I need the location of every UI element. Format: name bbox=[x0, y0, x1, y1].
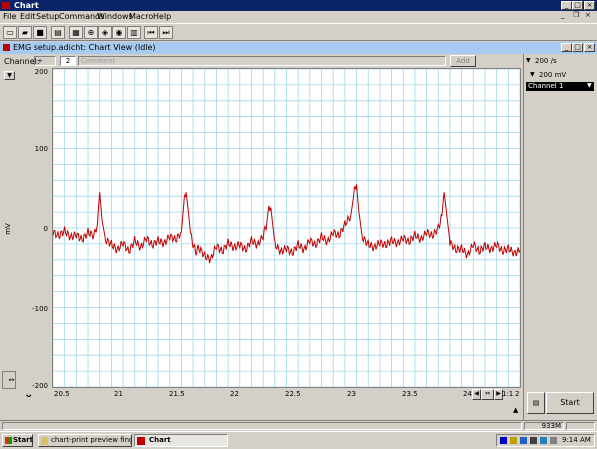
clock[interactable]: 9:14 AM bbox=[562, 436, 591, 444]
menu-edit[interactable]: Edit bbox=[20, 12, 36, 21]
x-tick-label: 23 bbox=[347, 390, 356, 398]
event-marker-icon[interactable]: ᴗ bbox=[26, 390, 32, 399]
y-tick-label: 0 bbox=[43, 225, 48, 233]
zoom-out-button[interactable]: ⇔ bbox=[481, 389, 494, 400]
x-axis: 20.5 21 21.5 22 22.5 23 23.5 24 ◀ ⇔ ▶ 1:… bbox=[52, 388, 521, 402]
doc-close-button[interactable]: × bbox=[585, 11, 595, 20]
toolbar: ▭ ▰ ■ ▤ ▦ ⊕ ◈ ◉ ▥ ⏮ ⏭ bbox=[0, 23, 597, 41]
new-file-icon[interactable]: ▭ bbox=[3, 26, 17, 39]
x-tick-label: 20.5 bbox=[54, 390, 70, 398]
memory-status: 933M bbox=[524, 422, 564, 430]
chart-plot-area[interactable] bbox=[52, 68, 521, 388]
channel-number-field[interactable]: 2 bbox=[60, 56, 76, 66]
doc-restore-button[interactable]: ❐ bbox=[573, 11, 583, 20]
chart-view-icon[interactable]: ▦ bbox=[69, 26, 83, 39]
y-tick-label: -100 bbox=[32, 305, 48, 313]
x-tick-label: 22.5 bbox=[285, 390, 301, 398]
app-icon bbox=[2, 2, 10, 9]
x-tick-label: 21 bbox=[114, 390, 123, 398]
y-tick-label: -200 bbox=[32, 382, 48, 390]
document-title: EMG setup.adicht: Chart View (Idle) bbox=[13, 43, 156, 52]
scroll-up-button[interactable]: ▲ bbox=[513, 406, 518, 414]
taskbar-item-label: chart-print preview finge... bbox=[51, 436, 131, 444]
doc-window-close-button[interactable]: × bbox=[584, 43, 595, 52]
tray-icon[interactable] bbox=[530, 437, 537, 444]
maximize-button[interactable]: □ bbox=[572, 1, 583, 10]
menu-help[interactable]: Help bbox=[153, 12, 171, 21]
range-dropdown-icon[interactable]: ▼ bbox=[530, 71, 535, 78]
status-panel-left bbox=[2, 422, 522, 430]
open-folder-icon[interactable]: ▰ bbox=[18, 26, 32, 39]
zoom-ratio[interactable]: 1:1 bbox=[502, 390, 513, 398]
tray-icon[interactable] bbox=[500, 437, 507, 444]
marker-icon[interactable]: ◉ bbox=[112, 26, 126, 39]
sample-rate[interactable]: 200 /s bbox=[535, 57, 557, 65]
tray-icon[interactable] bbox=[520, 437, 527, 444]
comment-bar: Channel: ÷ 2 Comment Add bbox=[0, 54, 523, 68]
channel-select-arrow-icon[interactable]: ▼ bbox=[587, 82, 592, 89]
app-title-bar: Chart _ □ × bbox=[0, 0, 597, 11]
y-tick-label: 100 bbox=[34, 145, 48, 153]
channel-spinner[interactable]: ÷ bbox=[34, 56, 56, 66]
fast-forward-icon[interactable]: ⏭ bbox=[159, 26, 173, 39]
recorder-icon[interactable]: ▤ bbox=[527, 392, 545, 414]
chart-svg bbox=[53, 69, 520, 387]
tray-icon[interactable] bbox=[550, 437, 557, 444]
x-tick-label: 21.5 bbox=[169, 390, 185, 398]
document-icon bbox=[3, 44, 10, 51]
status-panel-right bbox=[566, 422, 595, 430]
rate-dropdown-icon[interactable]: ▼ bbox=[526, 57, 531, 64]
x-tick-label: 23.5 bbox=[402, 390, 418, 398]
x-tick-label-end: 2 bbox=[515, 390, 520, 398]
menu-bar: File Edit Setup Commands Windows Macro H… bbox=[0, 11, 597, 22]
zoom-icon[interactable]: ⊕ bbox=[84, 26, 98, 39]
comment-field[interactable]: Comment bbox=[78, 56, 446, 66]
document-title-bar: EMG setup.adicht: Chart View (Idle) _ □ … bbox=[0, 42, 597, 54]
auto-scale-icon[interactable]: ↕ bbox=[2, 371, 16, 389]
menu-windows[interactable]: Windows bbox=[97, 12, 133, 21]
app-title: Chart bbox=[14, 1, 39, 10]
y-tick-label: 200 bbox=[34, 68, 48, 76]
y-axis-label: mV bbox=[3, 223, 12, 235]
print-icon[interactable]: ▤ bbox=[51, 26, 65, 39]
table-icon[interactable]: ▥ bbox=[127, 26, 141, 39]
status-bar: 933M bbox=[0, 420, 597, 431]
menu-file[interactable]: File bbox=[3, 12, 16, 21]
tray-icon[interactable] bbox=[510, 437, 517, 444]
start-menu-label: Start bbox=[13, 436, 33, 444]
x-tick-label: 22 bbox=[230, 390, 239, 398]
save-icon[interactable]: ■ bbox=[33, 26, 47, 39]
tray-icon[interactable] bbox=[540, 437, 547, 444]
taskbar: Start chart-print preview finge... Chart… bbox=[0, 431, 597, 449]
scope-icon[interactable]: ◈ bbox=[98, 26, 112, 39]
menu-setup[interactable]: Setup bbox=[36, 12, 59, 21]
rewind-icon[interactable]: ⏮ bbox=[144, 26, 158, 39]
channel-select[interactable]: Channel 1 bbox=[526, 82, 594, 91]
windows-logo-icon bbox=[5, 437, 12, 444]
start-button[interactable]: Start bbox=[546, 392, 594, 414]
start-menu-button[interactable]: Start bbox=[2, 434, 33, 447]
range-value[interactable]: 200 mV bbox=[539, 71, 566, 79]
x-tick-label: 24 bbox=[463, 390, 472, 398]
right-panel: ▼ 200 /s ▼ 200 mV Channel 1 ▼ ▤ Start bbox=[523, 54, 597, 420]
menu-macro[interactable]: Macro bbox=[129, 12, 153, 21]
taskbar-item-label: Chart bbox=[149, 436, 171, 444]
document-icon bbox=[41, 437, 48, 445]
doc-window-minimize-button[interactable]: _ bbox=[561, 43, 572, 52]
y-axis: ▼ 200 100 0 -100 -200 mV ↕ bbox=[0, 68, 52, 390]
channel-menu-button[interactable]: ▼ bbox=[4, 71, 15, 80]
scroll-left-button[interactable]: ◀ bbox=[472, 389, 481, 400]
close-button[interactable]: × bbox=[584, 1, 595, 10]
doc-window-maximize-button[interactable]: □ bbox=[572, 43, 583, 52]
minimize-button[interactable]: _ bbox=[561, 1, 572, 10]
system-tray: 9:14 AM bbox=[496, 434, 595, 447]
add-comment-button[interactable]: Add bbox=[450, 55, 476, 67]
taskbar-item[interactable]: chart-print preview finge... bbox=[38, 434, 132, 447]
doc-minimize-button[interactable]: _ bbox=[561, 11, 571, 20]
chart-app-icon bbox=[137, 437, 145, 445]
taskbar-item-active[interactable]: Chart bbox=[134, 434, 228, 447]
